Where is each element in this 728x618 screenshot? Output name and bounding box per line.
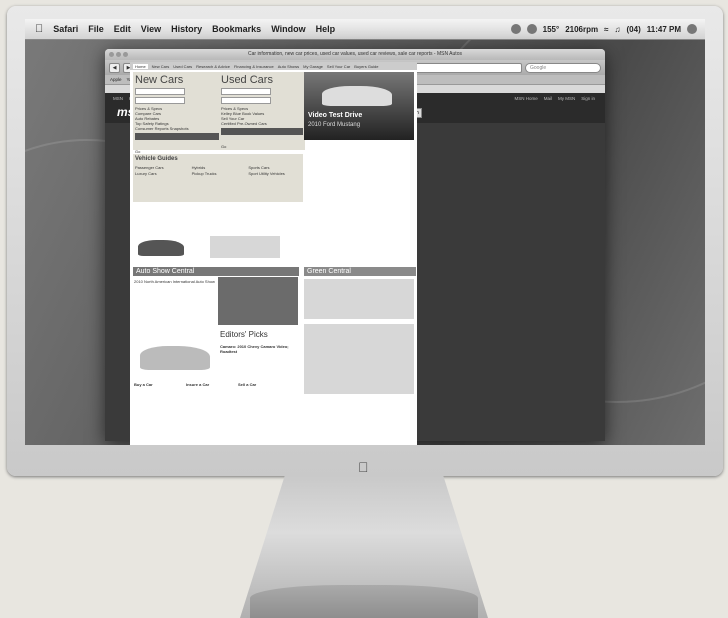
model-select[interactable] xyxy=(135,97,185,104)
new-cars-link[interactable]: Consumer Reports Snapshots xyxy=(135,126,219,131)
monitor-stand-base xyxy=(250,585,478,618)
window-controls xyxy=(109,52,128,57)
menu-bookmarks[interactable]: Bookmarks xyxy=(212,24,261,34)
tab-research[interactable]: Research & Advice xyxy=(196,64,230,69)
sidebar-listings xyxy=(304,324,414,394)
video-feature[interactable]: Video Test Drive 2010 Ford Mustang xyxy=(304,72,414,140)
menu-help[interactable]: Help xyxy=(316,24,336,34)
spotlight-icon[interactable] xyxy=(687,24,697,34)
new-cars-heading: New Cars xyxy=(135,74,184,86)
vehicle-guides-heading: Vehicle Guides xyxy=(135,156,178,162)
topnav-right-link[interactable]: Sign in xyxy=(581,96,595,101)
editors-pick-item[interactable]: Camaro: 2010 Chevy Camaro Video; Roadtes… xyxy=(220,344,300,354)
camaro-image[interactable] xyxy=(140,346,210,370)
status-icon[interactable] xyxy=(510,24,521,34)
green-central-box xyxy=(304,279,414,319)
feature-headline[interactable]: Video Test Drive xyxy=(308,112,362,119)
tab-sell[interactable]: Sell Your Car xyxy=(327,64,350,69)
tab-buyers-guide[interactable]: Buyers Guide xyxy=(354,64,378,69)
temperature-readout: 155° xyxy=(542,24,560,34)
auto-show-heading[interactable]: Auto Show Central xyxy=(133,267,299,276)
menu-edit[interactable]: Edit xyxy=(114,24,131,34)
back-icon[interactable]: ◀ xyxy=(109,62,120,73)
window-titlebar: Car information, new car prices, used ca… xyxy=(105,49,605,60)
footer-sell-link[interactable]: Sell a Car xyxy=(238,382,256,387)
status-icon[interactable] xyxy=(526,24,537,34)
footer-buy-link[interactable]: Buy a Car xyxy=(134,382,153,387)
menu-view[interactable]: View xyxy=(141,24,161,34)
zoom-icon[interactable] xyxy=(123,52,128,57)
tab-new-cars[interactable]: New Cars xyxy=(152,64,170,69)
vehicle-guides-panel: Vehicle Guides Passenger Cars Hybrids Sp… xyxy=(133,154,303,202)
screen:  Safari File Edit View History Bookmark… xyxy=(25,19,705,445)
monitor-bezel:  Safari File Edit View History Bookmark… xyxy=(7,6,723,476)
topnav-right-link[interactable]: Mail xyxy=(544,96,552,101)
tab-home[interactable]: Home xyxy=(133,63,148,69)
search-field[interactable]: Google xyxy=(525,62,601,73)
autos-page: Home New Cars Used Cars Research & Advic… xyxy=(130,62,417,445)
used-cars-panel: Used Cars Prices & Specs Kelley Blue Boo… xyxy=(219,72,305,150)
suv-image[interactable] xyxy=(138,240,184,256)
menu-extras: 155° 2106rpm ≈ ♫ (04) 11:47 PM xyxy=(510,19,697,39)
mustang-image xyxy=(322,86,392,106)
topnav-right-link[interactable]: MSN Home xyxy=(514,96,537,101)
close-icon[interactable] xyxy=(109,52,114,57)
used-cars-go-button[interactable]: Go xyxy=(221,144,226,149)
clock[interactable]: 11:47 PM xyxy=(647,25,681,34)
topnav-link[interactable]: MSN xyxy=(113,96,123,101)
make-select[interactable] xyxy=(135,88,185,95)
tab-my-garage[interactable]: My Garage xyxy=(303,64,323,69)
used-cars-heading: Used Cars xyxy=(221,74,273,86)
tab-auto-shows[interactable]: Auto Shows xyxy=(278,64,299,69)
apple-menu-icon[interactable]:  xyxy=(35,23,43,35)
window-title: Car information, new car prices, used ca… xyxy=(248,51,462,57)
guide-link[interactable]: Sport Utility Vehicles xyxy=(248,171,301,176)
guide-link[interactable]: Luxury Cars xyxy=(135,171,188,176)
editors-picks-heading: Editors' Picks xyxy=(220,330,268,339)
auto-show-subtitle[interactable]: 2010 North American International Auto S… xyxy=(134,279,216,284)
volume-icon[interactable]: ♫ xyxy=(615,25,621,34)
guide-link[interactable]: Pickup Trucks xyxy=(192,171,245,176)
menu-file[interactable]: File xyxy=(88,24,104,34)
used-cars-link[interactable]: Certified Pre-Owned Cars xyxy=(221,121,303,126)
footer-insure-link[interactable]: Insure a Car xyxy=(186,382,209,387)
wifi-icon[interactable]: ≈ xyxy=(604,25,608,34)
used-zip-strip xyxy=(221,128,303,135)
apple-logo:  xyxy=(358,459,369,475)
menu-bar:  Safari File Edit View History Bookmark… xyxy=(25,19,705,40)
fan-readout: 2106rpm xyxy=(565,24,599,34)
used-model-select[interactable] xyxy=(221,97,271,104)
battery-readout[interactable]: (04) xyxy=(627,25,641,34)
msn-topnav-right: MSN Home Mail My MSN Sign in xyxy=(514,96,595,101)
guide-link[interactable]: Sports Cars xyxy=(248,165,301,170)
guide-link[interactable]: Passenger Cars xyxy=(135,165,188,170)
zip-search-strip xyxy=(135,133,219,140)
auto-show-photo[interactable] xyxy=(218,277,298,325)
topnav-right-link[interactable]: My MSN xyxy=(558,96,575,101)
autos-tab-nav: Home New Cars Used Cars Research & Advic… xyxy=(130,62,417,70)
feature-subtitle[interactable]: 2010 Ford Mustang xyxy=(308,122,360,128)
menu-app-name[interactable]: Safari xyxy=(53,24,78,34)
tab-used-cars[interactable]: Used Cars xyxy=(173,64,192,69)
used-make-select[interactable] xyxy=(221,88,271,95)
suv-promo-text xyxy=(210,236,280,258)
minimize-icon[interactable] xyxy=(116,52,121,57)
tab-financing[interactable]: Financing & Insurance xyxy=(234,64,274,69)
green-central-heading[interactable]: Green Central xyxy=(304,267,416,276)
new-cars-panel: New Cars Prices & Specs Compare Cars Aut… xyxy=(133,72,221,154)
bookmark-item[interactable]: Apple xyxy=(110,77,122,82)
menu-history[interactable]: History xyxy=(171,24,202,34)
menu-window[interactable]: Window xyxy=(271,24,305,34)
guide-link[interactable]: Hybrids xyxy=(192,165,245,170)
